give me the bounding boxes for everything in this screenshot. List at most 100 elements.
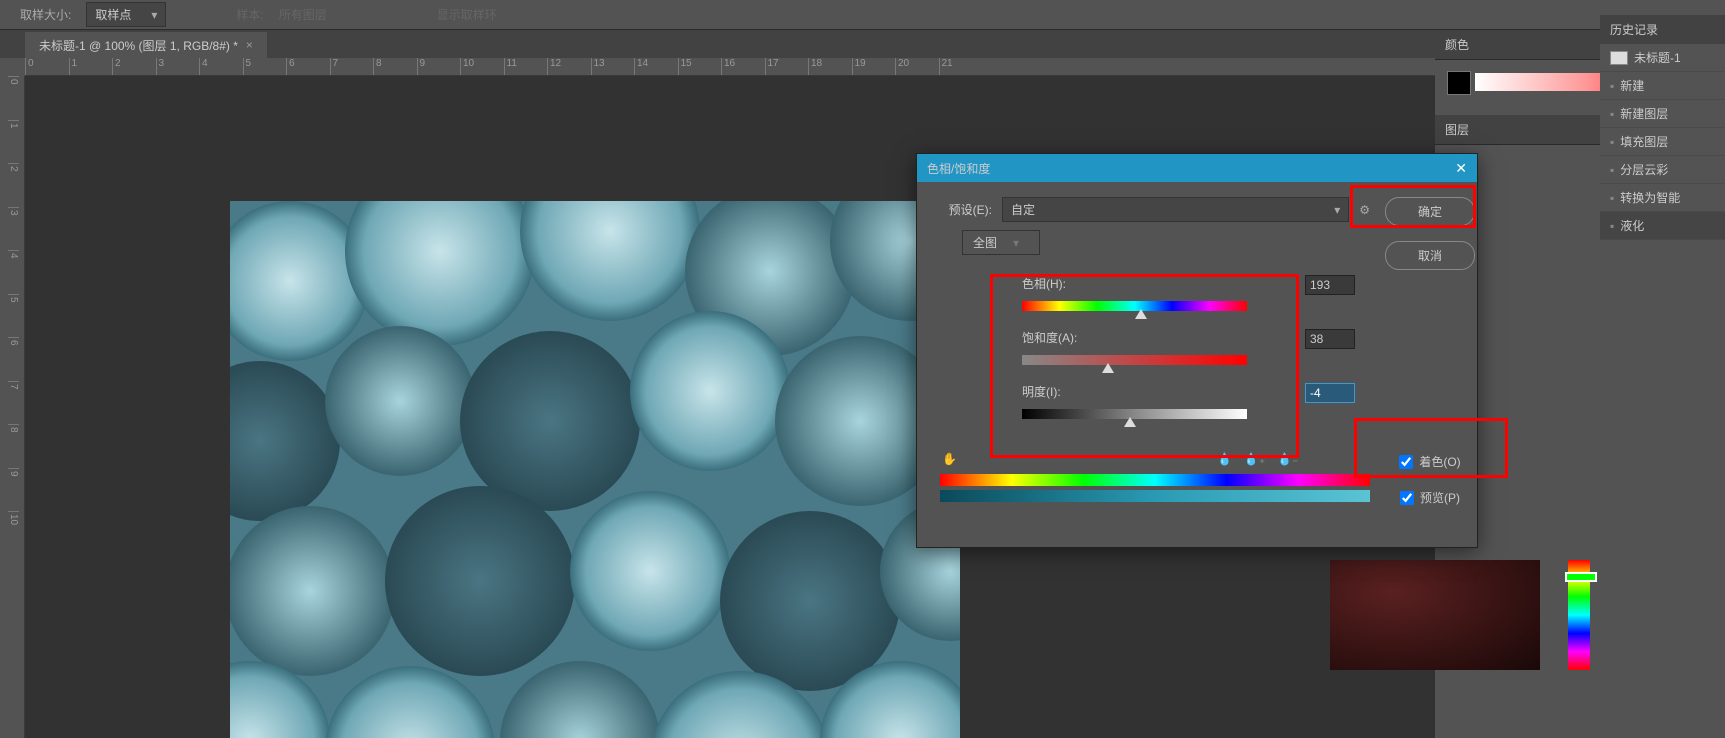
history-item-label: 未标题-1 (1634, 49, 1681, 66)
color-picker-area[interactable] (1330, 560, 1590, 670)
history-item-label: 填充图层 (1620, 133, 1668, 150)
close-icon[interactable]: ✕ (1455, 160, 1467, 177)
history-list: 未标题-1 ▪ 新建 ▪ 新建图层 ▪ 填充图层 ▪ 分层云彩 ▪转换为智能 ▪ 液化 (1600, 44, 1725, 240)
ruler-tick: 4 (199, 58, 243, 76)
spectrum-bar-bottom (940, 490, 1370, 502)
document-tab[interactable]: 未标题-1 @ 100% (图层 1, RGB/8#) * × (25, 32, 267, 58)
eyedropper-icon[interactable]: 💧 (1217, 452, 1232, 466)
preview-checkbox[interactable]: 预览(P) (1400, 489, 1460, 506)
ruler-tick: 14 (634, 58, 678, 76)
ruler-tick: 10 (8, 511, 19, 555)
cancel-button[interactable]: 取消 (1385, 241, 1475, 270)
ruler-tick: 8 (8, 424, 19, 468)
options-bar: 取样大小: 取样点 样本: 所有图层 显示取样环 (0, 0, 1725, 30)
master-channel-select[interactable]: 全图 (962, 230, 1040, 255)
ruler-tick: 19 (852, 58, 896, 76)
color-panel-title: 颜色 (1445, 36, 1469, 53)
history-item-label: 新建图层 (1620, 105, 1668, 122)
sample-size-select[interactable]: 取样点 (86, 2, 166, 27)
history-item[interactable]: ▪ 新建 (1600, 72, 1725, 100)
hue-bar[interactable] (1568, 560, 1590, 670)
eyedropper-add-icon[interactable]: 💧₊ (1244, 452, 1265, 466)
history-item-label: 新建 (1620, 77, 1644, 94)
lightness-input[interactable] (1305, 383, 1355, 403)
hue-saturation-dialog: 色相/饱和度 ✕ 预设(E): 自定 ⚙ 全图 色相(H): (916, 153, 1478, 548)
ruler-tick: 18 (808, 58, 852, 76)
preview-input[interactable] (1400, 491, 1414, 505)
ruler-tick: 17 (765, 58, 809, 76)
history-item[interactable]: ▪ 新建图层 (1600, 100, 1725, 128)
hue-label: 色相(H): (1022, 275, 1066, 295)
ruler-tick: 21 (939, 58, 983, 76)
history-item[interactable]: ▪转换为智能 (1600, 184, 1725, 212)
lightness-slider-row: 明度(I): (947, 383, 1355, 419)
history-step-icon: ▪ (1610, 219, 1614, 233)
canvas[interactable] (230, 201, 960, 738)
colorize-input[interactable] (1399, 455, 1413, 469)
history-item[interactable]: 未标题-1 (1600, 44, 1725, 72)
ruler-tick: 1 (8, 120, 19, 164)
close-tab-icon[interactable]: × (246, 38, 253, 52)
history-step-icon: ▪ (1610, 135, 1614, 149)
ruler-tick: 0 (25, 58, 69, 76)
ruler-tick: 8 (373, 58, 417, 76)
saturation-slider-row: 饱和度(A): (947, 329, 1355, 365)
saturation-slider[interactable] (1022, 355, 1247, 365)
saturation-input[interactable] (1305, 329, 1355, 349)
spectrum-bar-top (940, 474, 1370, 486)
ruler-tick: 1 (69, 58, 113, 76)
history-item[interactable]: ▪ 液化 (1600, 212, 1725, 240)
eyedropper-subtract-icon[interactable]: 💧₋ (1277, 452, 1298, 466)
history-step-icon: ▪ (1610, 79, 1614, 93)
hand-icon[interactable]: ✋ (942, 452, 957, 466)
ruler-horizontal: 0123456789101112131415161718192021 (25, 58, 1435, 76)
sample-value: 所有图层 (279, 6, 327, 23)
ruler-tick: 12 (547, 58, 591, 76)
history-step-icon: ▪ (1610, 107, 1614, 121)
hue-slider[interactable] (1022, 301, 1247, 311)
lightness-slider[interactable] (1022, 409, 1247, 419)
history-panel-header[interactable]: 历史记录 (1600, 15, 1725, 44)
color-field[interactable] (1330, 560, 1540, 670)
lightness-label: 明度(I): (1022, 383, 1061, 403)
colorize-checkbox[interactable]: 着色(O) (1399, 453, 1460, 470)
ruler-tick: 4 (8, 250, 19, 294)
ruler-tick: 5 (8, 294, 19, 338)
history-panel-title: 历史记录 (1610, 23, 1658, 37)
hue-input[interactable] (1305, 275, 1355, 295)
ruler-tick: 0 (8, 76, 19, 120)
ruler-tick: 9 (417, 58, 461, 76)
sample-label: 样本: (236, 6, 263, 23)
history-step-icon: ▪ (1610, 163, 1614, 177)
hue-slider-row: 色相(H): (947, 275, 1355, 311)
history-item[interactable]: ▪ 填充图层 (1600, 128, 1725, 156)
ruler-tick: 20 (895, 58, 939, 76)
ruler-tick: 7 (8, 381, 19, 425)
ruler-tick: 3 (156, 58, 200, 76)
saturation-label: 饱和度(A): (1022, 329, 1077, 349)
tab-title: 未标题-1 @ 100% (图层 1, RGB/8#) * (39, 37, 238, 54)
ruler-tick: 16 (721, 58, 765, 76)
show-ring-checkbox[interactable]: 显示取样环 (437, 6, 497, 23)
history-thumb (1610, 51, 1628, 65)
history-item[interactable]: ▪ 分层云彩 (1600, 156, 1725, 184)
history-item-label: 分层云彩 (1620, 161, 1668, 178)
preset-label: 预设(E): (932, 201, 992, 218)
ruler-tick: 9 (8, 468, 19, 512)
history-item-label: 液化 (1620, 217, 1644, 234)
ruler-tick: 2 (8, 163, 19, 207)
ruler-vertical: 012345678910 (8, 76, 25, 738)
gear-icon[interactable]: ⚙ (1359, 203, 1370, 217)
ruler-tick: 2 (112, 58, 156, 76)
ruler-tick: 13 (591, 58, 635, 76)
dialog-titlebar[interactable]: 色相/饱和度 ✕ (917, 154, 1477, 182)
ruler-tick: 10 (460, 58, 504, 76)
dialog-title: 色相/饱和度 (927, 160, 990, 177)
ok-button[interactable]: 确定 (1385, 197, 1475, 226)
preset-select[interactable]: 自定 (1002, 197, 1349, 222)
layers-panel-title: 图层 (1445, 121, 1469, 138)
ruler-tick: 11 (504, 58, 548, 76)
sample-size-label: 取样大小: (20, 6, 71, 23)
ruler-tick: 6 (286, 58, 330, 76)
history-panel: 历史记录 未标题-1 ▪ 新建 ▪ 新建图层 ▪ 填充图层 ▪ 分层云彩 ▪转换为智能 ▪ 液化 (1600, 15, 1725, 240)
